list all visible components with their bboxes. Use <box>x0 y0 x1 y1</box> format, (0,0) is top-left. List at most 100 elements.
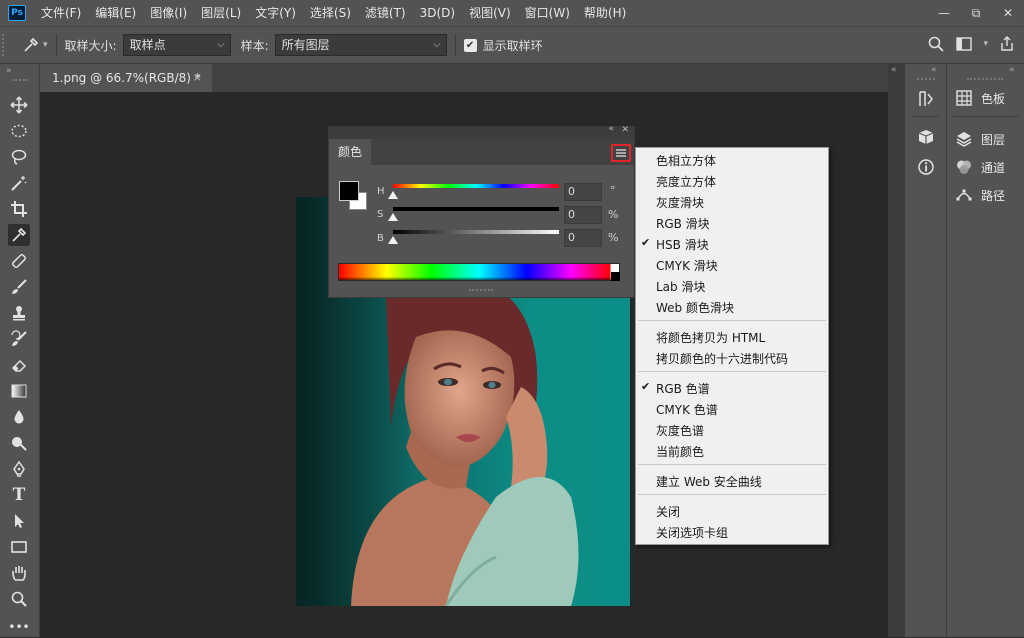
close-tab-icon[interactable]: × <box>193 64 202 92</box>
panel-menu-button[interactable] <box>611 144 631 162</box>
share-icon[interactable] <box>998 35 1016 53</box>
type-tool[interactable]: T <box>8 484 30 506</box>
menu-item-cmyk-slider[interactable]: CMYK 滑块 <box>656 257 718 274</box>
hue-slider-thumb[interactable] <box>388 191 398 199</box>
sample-select[interactable]: 所有图层 ⌵ <box>274 34 447 56</box>
eyedropper-tool[interactable] <box>8 224 30 246</box>
3d-icon[interactable] <box>917 128 935 146</box>
brightness-slider-thumb[interactable] <box>388 236 398 244</box>
history-brush-tool[interactable] <box>8 328 30 350</box>
black-swatch[interactable] <box>611 272 620 281</box>
clone-stamp-tool[interactable] <box>8 302 30 324</box>
menu-item-rgb-slider[interactable]: RGB 滑块 <box>656 215 710 232</box>
collapse-icon[interactable]: « <box>891 65 897 75</box>
path-selection-tool[interactable] <box>8 510 30 532</box>
color-tab[interactable]: 颜色 <box>329 139 371 165</box>
close-panel-icon[interactable]: ✕ <box>621 125 629 135</box>
menu-item-bright-cube[interactable]: 亮度立方体 <box>656 173 716 190</box>
dock-grip[interactable] <box>917 78 935 80</box>
menu-view[interactable]: 视图(V) <box>462 0 518 26</box>
menu-item-grayscale-slider[interactable]: 灰度滑块 <box>656 194 704 211</box>
zoom-tool[interactable] <box>8 588 30 610</box>
show-ring-checkbox[interactable]: ✔ <box>463 38 477 52</box>
menu-image[interactable]: 图像(I) <box>143 0 194 26</box>
toolbox-grip[interactable] <box>12 79 28 81</box>
menu-select[interactable]: 选择(S) <box>303 0 358 26</box>
brightness-input[interactable]: 0 <box>564 229 602 247</box>
marquee-tool[interactable] <box>8 120 30 142</box>
panel-title-bar[interactable]: « ✕ <box>329 124 634 139</box>
divider <box>953 116 1019 117</box>
eraser-tool[interactable] <box>8 354 30 376</box>
menu-item-lab-slider[interactable]: Lab 滑块 <box>656 278 705 295</box>
blur-tool[interactable] <box>8 406 30 428</box>
menu-item-rgb-spectrum[interactable]: RGB 色谱 <box>656 380 710 397</box>
foreground-color-swatch[interactable] <box>339 181 359 201</box>
menu-item-grayscale-ramp[interactable]: 灰度色谱 <box>656 422 704 439</box>
menu-filter[interactable]: 滤镜(T) <box>358 0 413 26</box>
lasso-tool[interactable] <box>8 146 30 168</box>
document-tab[interactable]: 1.png @ 66.7%(RGB/8) * × <box>40 64 212 92</box>
rectangle-tool[interactable] <box>8 536 30 558</box>
menu-help[interactable]: 帮助(H) <box>577 0 633 26</box>
channels-panel-button[interactable]: 通道 <box>955 155 1005 179</box>
menu-edit[interactable]: 编辑(E) <box>88 0 143 26</box>
collapse-icon[interactable]: « <box>1009 65 1015 75</box>
brush-tool[interactable] <box>8 276 30 298</box>
history-icon[interactable] <box>917 90 935 108</box>
menu-item-current-colors[interactable]: 当前颜色 <box>656 443 704 460</box>
hand-tool[interactable] <box>8 562 30 584</box>
color-spectrum-bar[interactable] <box>338 263 620 281</box>
healing-brush-tool[interactable] <box>8 250 30 272</box>
menu-item-hsb-slider[interactable]: HSB 滑块 <box>656 236 709 253</box>
options-grip[interactable] <box>2 34 12 56</box>
menu-file[interactable]: 文件(F) <box>34 0 88 26</box>
workspace-icon[interactable] <box>955 35 973 53</box>
move-tool[interactable] <box>8 94 30 116</box>
saturation-slider-thumb[interactable] <box>388 213 398 221</box>
panel-dock-gutter: « <box>888 64 904 637</box>
gradient-tool[interactable] <box>8 380 30 402</box>
close-window-button[interactable]: ✕ <box>992 6 1024 20</box>
layers-panel-button[interactable]: 图层 <box>955 127 1005 151</box>
magic-wand-tool[interactable] <box>8 172 30 194</box>
hue-slider-track[interactable] <box>393 184 559 188</box>
tool-preset-picker[interactable]: ▾ <box>22 36 48 54</box>
menu-item-copy-hex[interactable]: 拷贝颜色的十六进制代码 <box>656 350 788 367</box>
minimize-button[interactable]: — <box>928 6 960 20</box>
menu-item-copy-html[interactable]: 将颜色拷贝为 HTML <box>656 329 765 346</box>
menu-item-close[interactable]: 关闭 <box>656 503 680 520</box>
chevron-down-icon[interactable]: ▾ <box>983 39 988 49</box>
menu-item-hue-cube[interactable]: 色相立方体 <box>656 152 716 169</box>
menu-item-web-safe-ramp[interactable]: 建立 Web 安全曲线 <box>656 473 762 490</box>
sample-size-select[interactable]: 取样点 ⌵ <box>122 34 231 56</box>
hue-input[interactable]: 0 <box>564 183 602 201</box>
swatches-panel-button[interactable]: 色板 <box>955 86 1005 110</box>
pen-tool[interactable] <box>8 458 30 480</box>
menu-separator <box>638 494 826 495</box>
menu-type[interactable]: 文字(Y) <box>248 0 303 26</box>
menu-item-web-slider[interactable]: Web 颜色滑块 <box>656 299 734 316</box>
collapse-icon[interactable]: « <box>931 65 937 75</box>
bandage-icon <box>12 254 26 268</box>
more-tools[interactable]: ••• <box>8 616 30 638</box>
paths-panel-button[interactable]: 路径 <box>955 183 1005 207</box>
menu-window[interactable]: 窗口(W) <box>518 0 577 26</box>
color-panel-flyout-menu: 色相立方体 亮度立方体 灰度滑块 RGB 滑块 ✔ HSB 滑块 CMYK 滑块… <box>635 147 829 545</box>
menu-item-close-tab-group[interactable]: 关闭选项卡组 <box>656 524 728 541</box>
dodge-tool[interactable] <box>8 432 30 454</box>
menu-item-cmyk-spectrum[interactable]: CMYK 色谱 <box>656 401 718 418</box>
search-icon[interactable] <box>927 35 945 53</box>
dock-grip[interactable] <box>967 78 1003 80</box>
menu-layer[interactable]: 图层(L) <box>194 0 248 26</box>
info-icon[interactable] <box>917 158 935 176</box>
saturation-slider-track[interactable] <box>393 207 559 211</box>
crop-tool[interactable] <box>8 198 30 220</box>
restore-button[interactable]: ⧉ <box>960 6 992 21</box>
collapse-icon[interactable]: » <box>6 66 12 76</box>
brightness-slider-track[interactable] <box>393 230 559 234</box>
panel-resize-grip[interactable] <box>469 289 493 291</box>
saturation-input[interactable]: 0 <box>564 206 602 224</box>
collapse-icon[interactable]: « <box>608 124 614 134</box>
menu-3d[interactable]: 3D(D) <box>413 0 462 26</box>
